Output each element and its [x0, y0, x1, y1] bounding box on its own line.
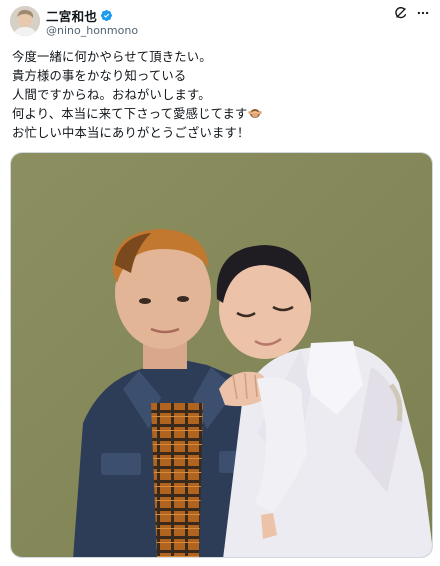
tweet-text-line: お忙しい中本当にありがとうございます！ [12, 126, 250, 140]
two-people-posing-photo [11, 153, 432, 557]
author-handle[interactable]: @nino_honmono [46, 24, 138, 37]
tweet-photo[interactable] [10, 152, 433, 558]
tweet-text-line: 貴方様の事をかなり知っている [12, 69, 187, 83]
verified-badge-icon [101, 9, 113, 21]
tweet-text-line: 何より、本当に来て下さって愛感じてます [12, 107, 248, 121]
author-display-name[interactable]: 二宮和也 [46, 6, 97, 25]
author-name-line: 二宮和也 [46, 6, 113, 25]
more-options-icon[interactable] [416, 6, 430, 20]
tweet-text-line-with-emoji: 何より、本当に来て下さって愛感じてます [12, 105, 428, 124]
avatar[interactable] [10, 6, 40, 36]
tweet-header: 二宮和也 @nino_honmono [10, 6, 430, 42]
tweet-text-line: 人間ですからね。おねがいします。 [12, 88, 211, 102]
tweet-card: 二宮和也 @nino_honmono 今度一緒に何かやらせて頂きたい。 貴方様の… [0, 0, 440, 566]
tweet-text-line: 今度一緒に何かやらせて頂きたい。 [12, 50, 212, 64]
see-no-evil-monkey-emoji-icon [248, 109, 263, 118]
header-actions [394, 6, 430, 20]
tweet-text: 今度一緒に何かやらせて頂きたい。 貴方様の事をかなり知っている 人間ですからね。… [12, 48, 428, 143]
grok-icon[interactable] [394, 6, 408, 20]
